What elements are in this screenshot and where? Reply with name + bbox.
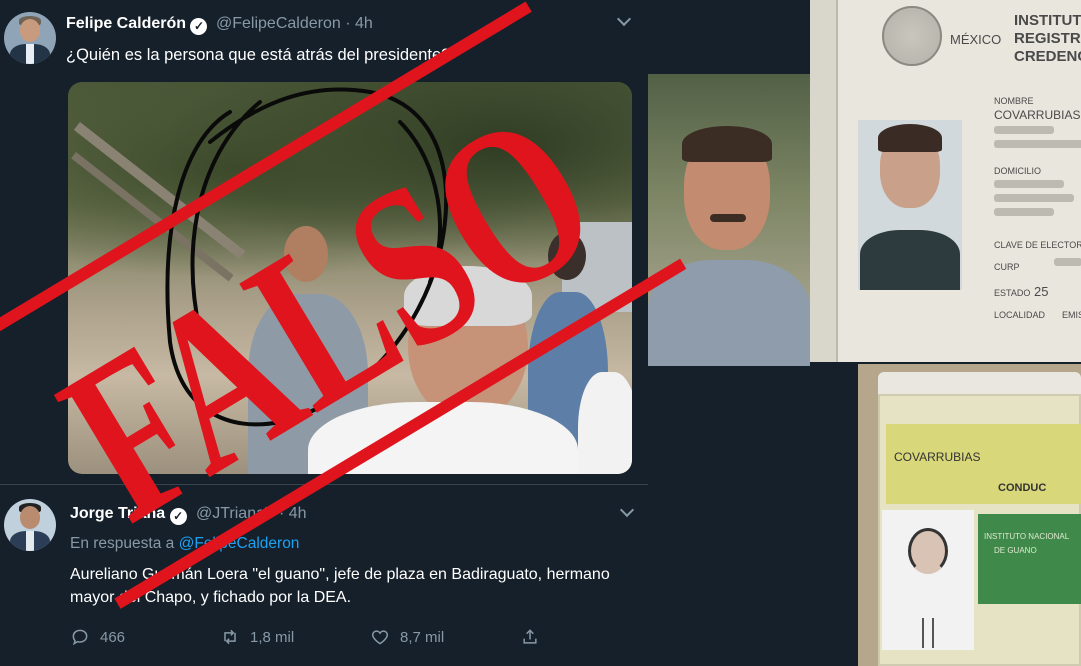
id-portrait xyxy=(858,120,962,290)
reply-context: En respuesta a @FelipeCalderon xyxy=(70,535,299,553)
timestamp[interactable]: 4h xyxy=(355,15,373,32)
tweet-body: Aureliano Guzmán Loera "el guano", jefe … xyxy=(70,563,610,609)
retweet-button[interactable]: 1,8 mil xyxy=(220,627,294,647)
badge-line3: INSTITUTO NACIONAL xyxy=(984,532,1070,541)
handle-text[interactable]: @JTrianaT xyxy=(196,505,274,522)
share-icon xyxy=(523,629,537,644)
verified-icon: ✓ xyxy=(190,18,208,35)
screenshot-canvas: Felipe Calderón ✓ @FelipeCalderon · 4h ¿… xyxy=(0,0,1081,666)
separator-dot: · xyxy=(278,505,285,522)
id-nombre-value: COVARRUBIAS xyxy=(994,108,1081,122)
id-registry: REGISTRO FE xyxy=(1014,30,1081,47)
badge-line4: DE GUANO xyxy=(994,546,1037,555)
chevron-down-icon[interactable] xyxy=(619,502,635,518)
seal-icon xyxy=(882,6,942,66)
id-estado-label: ESTADO xyxy=(994,288,1031,298)
tweet-body-line1: Aureliano Guzmán Loera "el guano", jefe … xyxy=(70,566,610,583)
scribble-circle xyxy=(165,87,449,427)
id-institute: INSTITUTO xyxy=(1014,12,1081,29)
tweet-body-line2: mayor del Chapo, y fichado por la DEA. xyxy=(70,589,352,606)
badge-line2: CONDUC xyxy=(998,482,1047,494)
timestamp[interactable]: 4h xyxy=(289,505,307,522)
separator-dot: · xyxy=(345,15,351,32)
badge-photo xyxy=(882,510,974,650)
author-name[interactable]: Jorge Triana ✓ xyxy=(70,505,187,525)
id-clave-label: CLAVE DE ELECTOR xyxy=(994,240,1081,250)
retweet-count: 1,8 mil xyxy=(250,628,295,646)
author-name-text[interactable]: Jorge Triana xyxy=(70,505,165,522)
id-domicilio-label: DOMICILIO xyxy=(994,166,1042,176)
author-handle[interactable]: @FelipeCalderon · 4h xyxy=(216,15,373,33)
author-handle[interactable]: @JTrianaT · 4h xyxy=(196,505,307,523)
like-count: 8,7 mil xyxy=(400,628,445,646)
id-localidad-label: LOCALIDAD xyxy=(994,310,1046,320)
reply-mention-link[interactable]: @FelipeCalderon xyxy=(179,535,300,552)
id-curp-label: CURP xyxy=(994,262,1020,272)
reply-icon xyxy=(72,629,88,646)
handle-text[interactable]: @FelipeCalderon xyxy=(216,15,341,32)
share-button[interactable] xyxy=(520,627,540,647)
like-button[interactable]: 8,7 mil xyxy=(370,627,444,647)
retweet-icon xyxy=(224,629,236,645)
author-name[interactable]: Felipe Calderón ✓ xyxy=(66,15,208,35)
reply-count: 466 xyxy=(100,628,126,646)
tweet-body: ¿Quién es la persona que está atrás del … xyxy=(66,46,451,64)
chevron-down-icon[interactable] xyxy=(616,11,632,27)
tweet-calderon[interactable]: Felipe Calderón ✓ @FelipeCalderon · 4h ¿… xyxy=(0,0,648,484)
id-emis-label: EMIS xyxy=(1062,310,1081,320)
avatar-calderon[interactable] xyxy=(4,12,56,64)
side-photo-man xyxy=(648,74,810,366)
reply-button[interactable]: 466 xyxy=(70,627,125,647)
id-nombre-label: NOMBRE xyxy=(994,96,1034,106)
verified-icon: ✓ xyxy=(169,508,187,525)
id-estado-value: 25 xyxy=(1034,284,1049,299)
avatar-triana[interactable] xyxy=(4,499,56,551)
badge-name: COVARRUBIAS xyxy=(894,450,981,464)
tweet-triana[interactable]: Jorge Triana ✓ @JTrianaT · 4h En respues… xyxy=(0,484,648,666)
voter-id-card: MÉXICO INSTITUTO REGISTRO FE CREDENCIAL … xyxy=(810,0,1081,362)
id-credential: CREDENCIAL xyxy=(1014,48,1081,65)
id-mexico: MÉXICO xyxy=(950,32,1002,47)
author-name-text[interactable]: Felipe Calderón xyxy=(66,15,186,32)
reply-prefix: En respuesta a xyxy=(70,535,175,552)
heart-icon xyxy=(371,630,389,645)
